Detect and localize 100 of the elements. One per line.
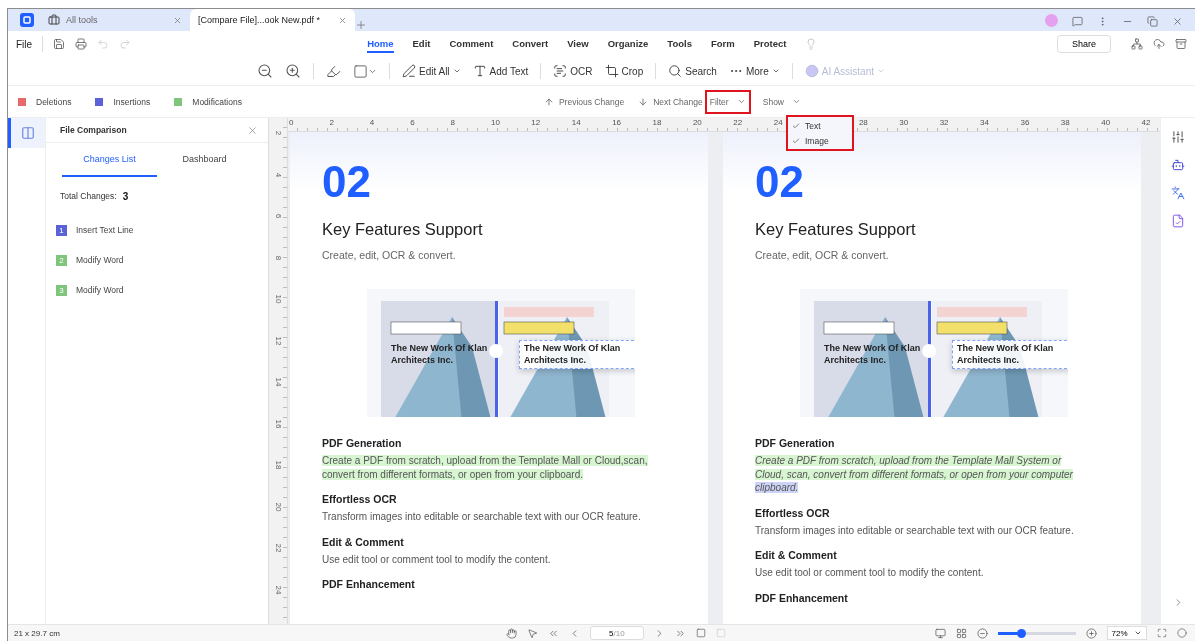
- toolbar-button[interactable]: OCR: [553, 64, 593, 78]
- menu-tab[interactable]: Convert: [512, 35, 549, 53]
- new-tab-icon[interactable]: [355, 19, 367, 31]
- ruler-label: 10: [273, 294, 283, 304]
- menu-tab[interactable]: Comment: [449, 35, 494, 53]
- change-number: 1: [56, 224, 67, 236]
- ruler-label: 0: [289, 118, 294, 127]
- panel-tab[interactable]: Changes List: [62, 143, 157, 177]
- ruler-label: 24: [273, 585, 283, 594]
- change-number: 3: [56, 284, 67, 296]
- toolbar-button[interactable]: Add Text: [472, 64, 529, 78]
- ruler-label: 18: [652, 118, 662, 127]
- legend-label: Deletions: [36, 96, 72, 107]
- caret-icon: [452, 67, 461, 75]
- change-item[interactable]: Modify Word: [76, 255, 124, 265]
- share-button[interactable]: Share: [1057, 35, 1111, 53]
- change-item[interactable]: Modify Word: [76, 285, 124, 295]
- next-change-button[interactable]: Next Change: [638, 96, 703, 107]
- feedback-icon[interactable]: [1072, 16, 1083, 27]
- zoom-out-icon[interactable]: [977, 627, 988, 639]
- legend-label: Modifications: [192, 96, 242, 107]
- menu-tab[interactable]: Organize: [607, 35, 649, 53]
- ruler-label: 16: [612, 118, 622, 127]
- section-heading: Edit & Comment: [755, 549, 838, 561]
- save-icon[interactable]: [53, 38, 66, 50]
- hand-icon[interactable]: [505, 627, 517, 639]
- close-icon[interactable]: [247, 124, 258, 136]
- pen-icon: [402, 64, 416, 78]
- panel-tab[interactable]: Dashboard: [157, 143, 252, 177]
- menu-tab[interactable]: Edit: [412, 35, 431, 53]
- zoom-out-icon[interactable]: [257, 63, 273, 79]
- ruler-label: 20: [273, 502, 283, 511]
- ai-bot-icon[interactable]: [1171, 158, 1185, 172]
- change-item[interactable]: Insert Text Line: [76, 225, 134, 235]
- page-heading: Key Features Support: [755, 220, 917, 239]
- ruler-label: 16: [273, 419, 283, 428]
- close-icon[interactable]: [173, 15, 182, 25]
- section-heading: PDF Generation: [755, 437, 836, 449]
- shape-dropdown[interactable]: [353, 63, 377, 79]
- toolbar-button[interactable]: Crop: [604, 64, 644, 78]
- image-headline: The New Work Of Klan Architects Inc.: [824, 343, 922, 367]
- ruler-label: 24: [773, 118, 783, 127]
- ruler-label: 14: [571, 118, 581, 127]
- panel-title: File Comparison: [60, 125, 127, 135]
- ruler-label: 22: [273, 543, 283, 553]
- print-icon[interactable]: [75, 38, 88, 50]
- page-layout-icon[interactable]: [956, 627, 967, 639]
- menu-tab[interactable]: View: [567, 35, 589, 53]
- circle-icon[interactable]: [1177, 628, 1187, 638]
- section-heading: PDF Generation: [322, 437, 403, 449]
- menu-tab[interactable]: Tools: [667, 35, 692, 53]
- filter-option[interactable]: Text: [788, 118, 852, 133]
- pointer-icon[interactable]: [526, 627, 538, 639]
- ruler-label: 12: [273, 336, 283, 345]
- hierarchy-icon[interactable]: [1131, 38, 1143, 50]
- fullscreen-icon[interactable]: [1157, 628, 1167, 638]
- ruler-label: 20: [692, 118, 702, 127]
- sliders-icon[interactable]: [1171, 130, 1185, 144]
- previous-change-button[interactable]: Previous Change: [543, 96, 625, 107]
- ruler-label: 12: [531, 118, 541, 127]
- document-check-icon[interactable]: [1171, 214, 1185, 228]
- image-headline: The New Work Of Klan Architects Inc.: [391, 343, 489, 367]
- caret-icon: [736, 97, 746, 106]
- ruler-label: 2: [329, 118, 334, 127]
- menu-tab[interactable]: Protect: [753, 35, 787, 53]
- highlighter-icon[interactable]: [326, 63, 341, 79]
- menu-tab[interactable]: Home: [367, 35, 394, 53]
- close-icon[interactable]: [1172, 16, 1183, 27]
- translate-icon[interactable]: [1171, 186, 1185, 200]
- compare-panel-tab[interactable]: [8, 118, 45, 148]
- toolbar-button[interactable]: Edit All: [402, 64, 461, 78]
- display-mode-icon[interactable]: [935, 627, 946, 639]
- zoom-in-icon[interactable]: [1086, 627, 1097, 639]
- cloud-upload-icon[interactable]: [1153, 38, 1165, 50]
- show-dropdown[interactable]: Show: [762, 96, 801, 107]
- zoom-in-icon[interactable]: [285, 63, 301, 79]
- restore-icon[interactable]: [1147, 16, 1158, 27]
- ruler-label: 30: [899, 118, 909, 127]
- fit-page-icon[interactable]: [695, 628, 706, 638]
- filter-option[interactable]: Image: [788, 133, 852, 148]
- ruler-label: 36: [1020, 118, 1030, 127]
- document-tab[interactable]: All tools: [40, 9, 190, 31]
- zoom-field[interactable]: 72%: [1107, 626, 1147, 640]
- document-tab[interactable]: [Compare File]...ook New.pdf *: [190, 9, 355, 31]
- zoom-slider[interactable]: [998, 631, 1076, 635]
- section-heading: Effortless OCR: [755, 506, 831, 519]
- ruler-label: 22: [733, 118, 743, 127]
- toolbox-icon: [48, 14, 60, 26]
- ruler-label: 34: [980, 118, 989, 127]
- toolbar-button[interactable]: More: [728, 64, 780, 78]
- toolbar-button[interactable]: Search: [668, 64, 717, 78]
- page-subtitle: Create, edit, OCR & convert.: [755, 249, 890, 261]
- app-logo-icon[interactable]: [20, 13, 34, 27]
- filter-dropdown[interactable]: Filter: [704, 89, 751, 114]
- search-icon: [668, 64, 683, 78]
- archive-icon[interactable]: [1175, 38, 1187, 50]
- page-number-field[interactable]: 5/10: [589, 626, 644, 640]
- menu-tab[interactable]: Form: [711, 35, 735, 53]
- close-icon[interactable]: [338, 15, 347, 25]
- file-menu[interactable]: File: [16, 38, 33, 50]
